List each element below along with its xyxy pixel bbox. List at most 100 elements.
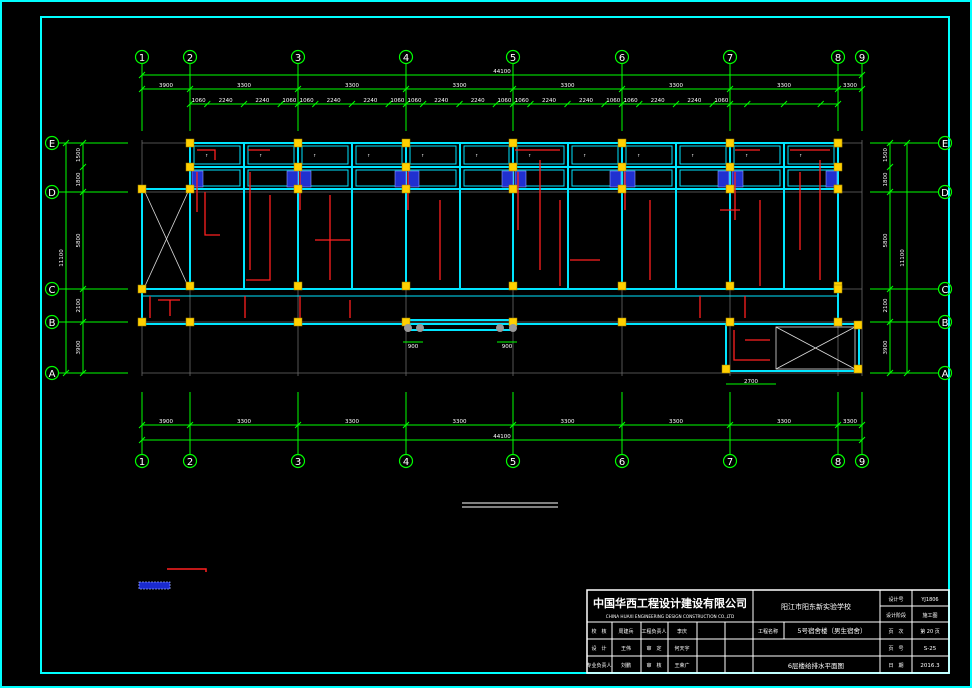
axis-label-5: 5 bbox=[510, 53, 516, 64]
dim-top-spans-label: 3300 bbox=[345, 83, 359, 89]
page-label: 页 号 bbox=[888, 646, 903, 652]
design-no-label: 设计号 bbox=[888, 596, 903, 603]
dim-top-spans-label: 3300 bbox=[237, 83, 251, 89]
dim-bottom-spans-label: 3300 bbox=[561, 419, 575, 425]
structural-column bbox=[293, 317, 303, 327]
floor-plan-layer: ↑ ↑ ↑ ↑ ↑ ↑ ↑ ↑ ↑ ↑ ↑ ↑ bbox=[137, 138, 863, 374]
dim-top-sub-label: 2240 bbox=[687, 98, 701, 104]
dim-bottom-spans-label: 3300 bbox=[777, 419, 791, 425]
structural-column bbox=[185, 281, 195, 291]
sheet-inner-border bbox=[40, 16, 950, 674]
axis-label-4: 4 bbox=[403, 53, 409, 64]
structural-column bbox=[617, 281, 627, 291]
project-name-label: 工程名称 bbox=[758, 628, 778, 635]
structural-column bbox=[725, 138, 735, 148]
structural-column bbox=[401, 138, 411, 148]
structural-column bbox=[833, 284, 843, 294]
date-label: 日 期 bbox=[888, 663, 903, 669]
dim-top-sub-label: 2240 bbox=[651, 98, 665, 104]
axis-label-2: 2 bbox=[187, 53, 193, 64]
drain-pipe bbox=[149, 296, 180, 318]
sign-name-6: 王荣广 bbox=[674, 662, 689, 669]
axis-label-D: D bbox=[48, 188, 56, 199]
axis-label-C: C bbox=[49, 285, 56, 296]
structural-column bbox=[508, 184, 518, 194]
sign-name-2: 李庆 bbox=[677, 628, 687, 635]
axis-label-7: 7 bbox=[727, 457, 733, 468]
fixture-blue bbox=[407, 170, 420, 188]
fixture-label: ↑ bbox=[475, 153, 478, 158]
dim-left-label: 5800 bbox=[76, 233, 82, 247]
dim-right-label: 5800 bbox=[883, 233, 889, 247]
structural-column bbox=[401, 281, 411, 291]
fixture-blue bbox=[286, 170, 299, 188]
axis-label-3: 3 bbox=[295, 53, 301, 64]
dim-right-label: 3900 bbox=[883, 340, 889, 354]
axis-label-8: 8 bbox=[835, 53, 841, 64]
axis-label-A: A bbox=[942, 369, 949, 380]
dim-bottom-spans-label: 3300 bbox=[669, 419, 683, 425]
dim-bottom-spans-label: 3300 bbox=[237, 419, 251, 425]
axis-label-6: 6 bbox=[619, 457, 625, 468]
structural-column bbox=[833, 317, 843, 327]
axis-label-6: 6 bbox=[619, 53, 625, 64]
fixture-blue bbox=[299, 170, 312, 188]
structural-column bbox=[617, 162, 627, 172]
structural-column bbox=[725, 281, 735, 291]
dim-top-sub-label: 2240 bbox=[363, 98, 377, 104]
fixture-label: ↑ bbox=[691, 153, 694, 158]
sign-role-5: 专业负责人 bbox=[586, 662, 611, 669]
dim-stair-label: 2700 bbox=[744, 379, 758, 385]
fixture-blue bbox=[825, 170, 838, 188]
building-name: 5号宿舍楼（男生宿舍） bbox=[797, 626, 866, 635]
pipe-legend-mark bbox=[167, 568, 207, 572]
structural-column bbox=[185, 184, 195, 194]
structural-column bbox=[725, 162, 735, 172]
design-no-value: YJ1806 bbox=[920, 597, 938, 603]
axis-label-1: 1 bbox=[139, 53, 145, 64]
fixture-blue bbox=[609, 170, 622, 188]
axis-label-3: 3 bbox=[295, 457, 301, 468]
sign-role-2: 工程负责人 bbox=[641, 628, 666, 635]
dim-left-label: 1800 bbox=[76, 172, 82, 186]
dim-bottom-total-label: 44100 bbox=[493, 434, 511, 440]
fixture-blue bbox=[717, 170, 730, 188]
cad-drawing-canvas: 112233445566778899E ED DC CB BA A ↑ ↑ ↑ ↑ ↑ ↑ ↑ ↑ ↑ ↑ ↑… bbox=[0, 0, 972, 688]
fixture-label: ↑ bbox=[528, 153, 531, 158]
dim-top-sub-label: 2240 bbox=[255, 98, 269, 104]
company-name-en: CHINA HUAXI ENGINEERING DESIGN CONSTRUCT… bbox=[606, 614, 734, 619]
dim-right-label: 1800 bbox=[883, 172, 889, 186]
dim-top-spans-label: 3300 bbox=[669, 83, 683, 89]
axis-label-B: B bbox=[49, 318, 56, 329]
sign-name-4: 何天宇 bbox=[674, 645, 689, 652]
fixture-legend-mark bbox=[138, 581, 171, 590]
structural-column bbox=[833, 184, 843, 194]
axis-label-5: 5 bbox=[510, 457, 516, 468]
fixture-label: ↑ bbox=[421, 153, 424, 158]
structural-column bbox=[185, 317, 195, 327]
dim-top-sub-label: 2240 bbox=[434, 98, 448, 104]
floor-drain bbox=[509, 324, 517, 332]
dim-top-spans-label: 3300 bbox=[777, 83, 791, 89]
dim-top-sub-label: 1060 bbox=[390, 98, 404, 104]
dim-right-label: 1500 bbox=[883, 148, 889, 162]
sign-name-3: 王伟 bbox=[621, 645, 631, 652]
structural-column bbox=[833, 138, 843, 148]
structural-column bbox=[293, 138, 303, 148]
fixture-label: ↑ bbox=[799, 153, 802, 158]
drain-pipe bbox=[733, 330, 770, 361]
phase-value: 施工图 bbox=[922, 612, 937, 619]
axis-label-C: C bbox=[942, 285, 949, 296]
structural-column bbox=[508, 281, 518, 291]
floor-drain bbox=[496, 324, 504, 332]
dim-top-total-label: 44100 bbox=[493, 69, 511, 75]
axis-label-A: A bbox=[49, 369, 56, 380]
dim-left-label: 3900 bbox=[76, 340, 82, 354]
structural-column bbox=[293, 184, 303, 194]
toilet-cell bbox=[247, 145, 295, 165]
dim-bottom-spans-label: 3300 bbox=[453, 419, 467, 425]
structural-column bbox=[617, 317, 627, 327]
dim-top-sub-label: 1060 bbox=[497, 98, 511, 104]
sign-role-3: 设 计 bbox=[591, 645, 606, 652]
toilet-cell bbox=[355, 145, 403, 165]
